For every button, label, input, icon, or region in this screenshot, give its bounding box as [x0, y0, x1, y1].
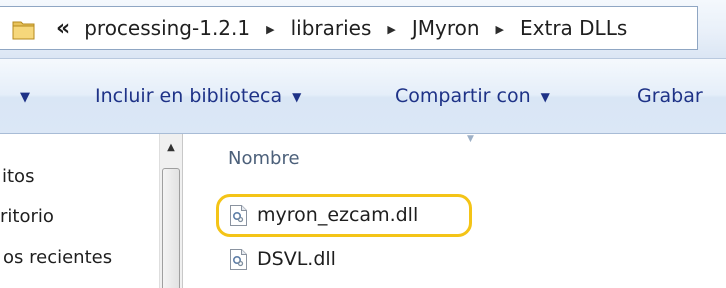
nav-item-favorites[interactable]: itos	[2, 166, 34, 187]
breadcrumb-separator-icon[interactable]: ▶	[387, 23, 395, 36]
breadcrumb-libraries[interactable]: libraries	[291, 16, 372, 40]
explorer-window: « processing-1.2.1 ▶ libraries ▶ JMyron …	[0, 0, 726, 288]
file-item[interactable]: DSVL.dll	[230, 244, 336, 274]
folder-icon	[12, 21, 35, 40]
burn-button[interactable]: Grabar	[637, 59, 703, 133]
include-in-library-label: Incluir en biblioteca	[95, 85, 283, 107]
nav-pane-scrollbar[interactable]: ▲	[159, 134, 183, 288]
share-with-button[interactable]: Compartir con ▼	[395, 59, 550, 133]
breadcrumb-extra-dlls[interactable]: Extra DLLs	[520, 16, 627, 40]
address-bar: « processing-1.2.1 ▶ libraries ▶ JMyron …	[0, 0, 726, 59]
breadcrumb-overflow[interactable]: «	[56, 16, 70, 41]
chevron-down-icon: ▼	[540, 90, 550, 104]
nav-item-desktop[interactable]: ritorio	[0, 206, 54, 227]
breadcrumb: « processing-1.2.1 ▶ libraries ▶ JMyron …	[56, 7, 629, 49]
chevron-down-icon: ▼	[292, 90, 302, 104]
column-header-name[interactable]: Nombre	[228, 148, 300, 169]
file-list: ▼ Nombre myron_ezcam.dll DSVL.dll	[184, 134, 726, 288]
breadcrumb-jmyron[interactable]: JMyron	[412, 16, 480, 40]
breadcrumb-processing[interactable]: processing-1.2.1	[84, 16, 250, 40]
sort-indicator-icon: ▼	[467, 134, 474, 144]
scroll-thumb[interactable]	[162, 168, 180, 288]
breadcrumb-separator-icon[interactable]: ▶	[266, 23, 274, 36]
share-with-label: Compartir con	[395, 85, 531, 107]
burn-label: Grabar	[637, 85, 703, 107]
scroll-up-arrow-icon[interactable]: ▲	[162, 136, 180, 158]
nav-item-recent-places[interactable]: os recientes	[3, 247, 112, 268]
chevron-down-icon: ▼	[20, 89, 30, 105]
navigation-pane: itos ritorio os recientes	[0, 134, 183, 288]
file-name: DSVL.dll	[257, 248, 336, 270]
file-item[interactable]: myron_ezcam.dll	[230, 200, 418, 230]
command-toolbar: ▼ Incluir en biblioteca ▼ Compartir con …	[0, 59, 726, 134]
breadcrumb-separator-icon[interactable]: ▶	[496, 23, 504, 36]
dll-file-icon	[230, 248, 247, 270]
organize-dropdown-button[interactable]: ▼	[20, 59, 30, 133]
address-field[interactable]: « processing-1.2.1 ▶ libraries ▶ JMyron …	[0, 6, 698, 50]
dll-file-icon	[230, 204, 247, 226]
include-in-library-button[interactable]: Incluir en biblioteca ▼	[95, 59, 301, 133]
file-name: myron_ezcam.dll	[257, 204, 419, 226]
